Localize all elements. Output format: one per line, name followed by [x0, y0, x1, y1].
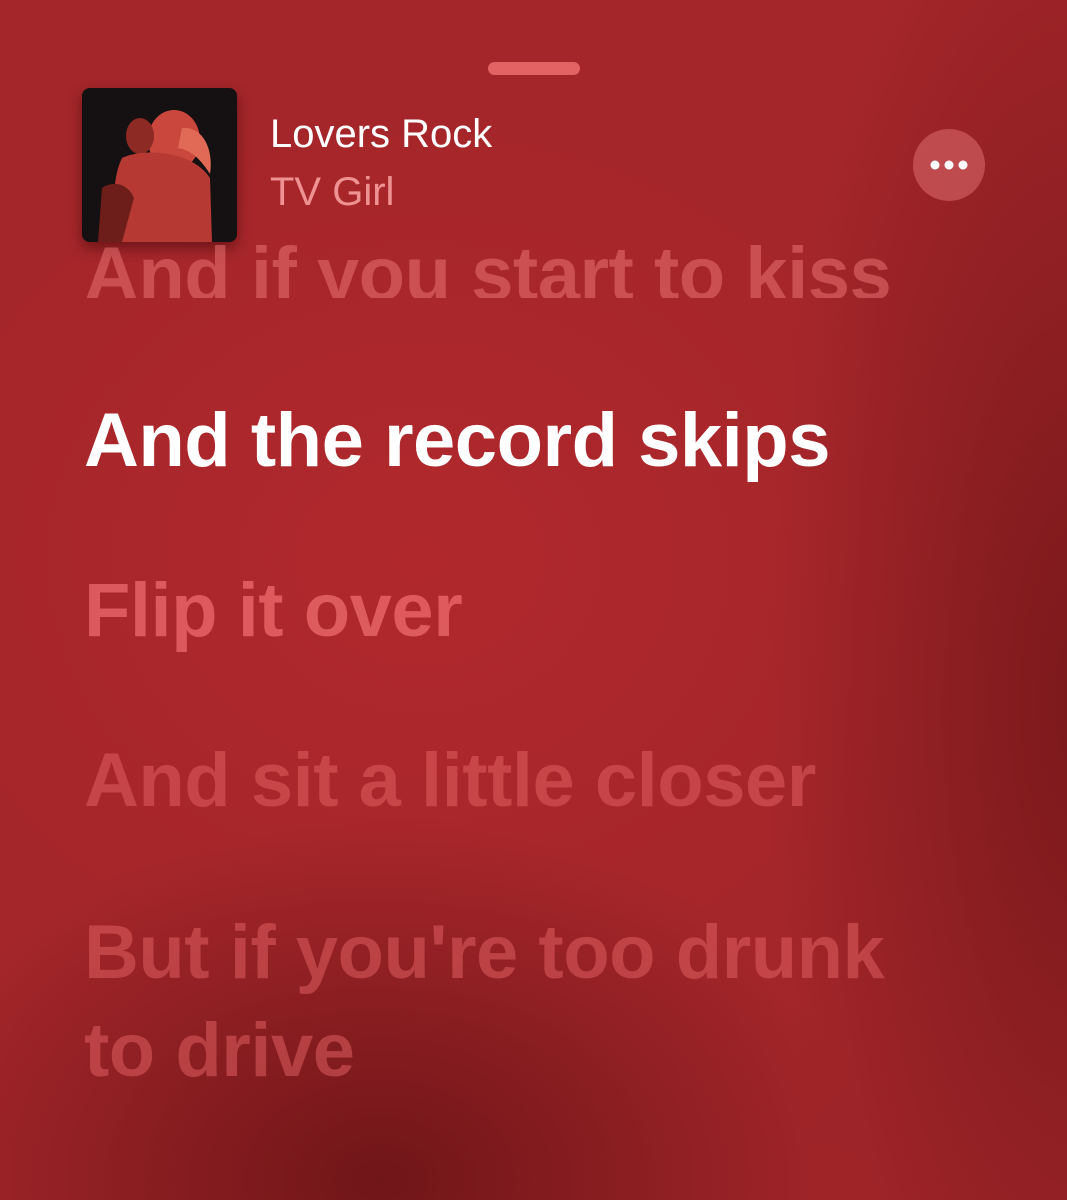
album-art-icon [82, 88, 237, 242]
lyric-line[interactable]: Flip it over [84, 564, 463, 658]
more-options-button[interactable] [913, 129, 985, 201]
song-title: Lovers Rock [270, 112, 493, 156]
album-artwork[interactable] [82, 88, 237, 242]
song-artist[interactable]: TV Girl [270, 170, 394, 215]
lyric-line-previous[interactable]: And if you start to kiss [84, 228, 891, 298]
lyric-line-current[interactable]: And the record skips [84, 394, 830, 488]
lyric-line[interactable]: But if you're too drunk [84, 906, 885, 1000]
sheet-grabber-handle[interactable] [488, 62, 580, 75]
ellipsis-icon [930, 160, 968, 170]
lyric-line[interactable]: to drive [84, 1004, 355, 1098]
lyric-line[interactable]: And sit a little closer [84, 734, 816, 828]
